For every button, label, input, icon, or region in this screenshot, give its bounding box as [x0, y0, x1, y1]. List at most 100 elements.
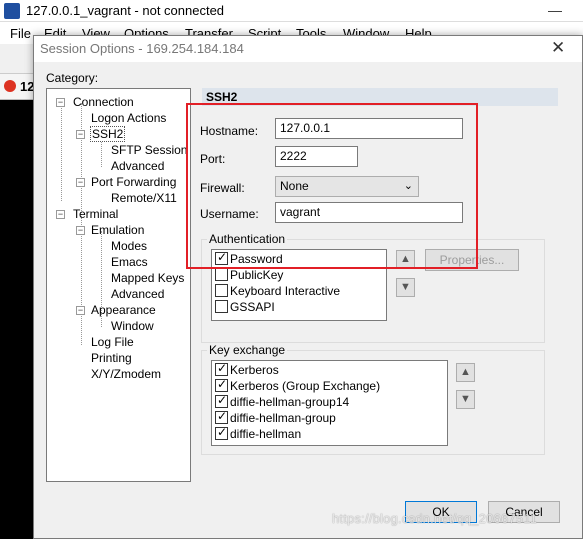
firewall-select-value: None [280, 179, 309, 193]
port-input[interactable]: 2222 [275, 146, 358, 167]
list-item[interactable]: diffie-hellman-group14 [215, 393, 350, 409]
authentication-title: Authentication [207, 232, 288, 246]
tree-item-label: Modes [111, 239, 148, 253]
tree-item-label: Printing [91, 351, 132, 365]
arrow-up-icon: ▲ [400, 253, 411, 265]
port-label: Port: [200, 152, 226, 166]
key-exchange-title: Key exchange [207, 343, 288, 357]
app-title: 127.0.0.1_vagrant - not connected [26, 3, 225, 18]
minimize-icon[interactable]: — [548, 2, 562, 18]
checkbox-checked[interactable] [215, 393, 228, 408]
tree-item-ssh2-advanced[interactable]: Advanced [111, 159, 164, 173]
tree-item-label: Mapped Keys [111, 271, 185, 285]
list-item-label: diffie-hellman-group14 [230, 395, 350, 409]
tree-item-label: Emacs [111, 255, 148, 269]
tree-item-printing[interactable]: Printing [91, 351, 132, 365]
app-titlebar: 127.0.0.1_vagrant - not connected — [0, 0, 583, 22]
tree-item-label: SFTP Session [111, 143, 188, 157]
tree-item-label: Advanced [111, 159, 165, 173]
tree-item-label: Logon Actions [91, 111, 167, 125]
hostname-input[interactable]: 127.0.0.1 [275, 118, 463, 139]
tree-item-xyzmodem[interactable]: X/Y/Zmodem [91, 367, 161, 381]
list-item[interactable]: Kerberos [215, 361, 279, 377]
list-item[interactable]: Keyboard Interactive [215, 284, 340, 298]
move-down-button[interactable]: ▼ [396, 278, 415, 297]
move-up-button[interactable]: ▲ [396, 250, 415, 269]
list-item[interactable]: GSSAPI [215, 300, 275, 314]
tree-item-modes[interactable]: Modes [111, 239, 147, 253]
firewall-label: Firewall: [200, 181, 245, 195]
kex-move-up-button[interactable]: ▲ [456, 363, 475, 382]
tree-item-sftp-session[interactable]: SFTP Session [111, 143, 187, 157]
tree-item-emulation-advanced[interactable]: Advanced [111, 287, 164, 301]
tree-item-log-file[interactable]: Log File [91, 335, 134, 349]
watermark: https://blog.csdn.net/qq_20667511 [332, 511, 538, 526]
tree-item-label: Connection [73, 95, 134, 109]
tree-item-mapped-keys[interactable]: Mapped Keys [111, 271, 184, 285]
hostname-label: Hostname: [200, 124, 259, 138]
username-input[interactable]: vagrant [275, 202, 463, 223]
checkbox-checked[interactable] [215, 250, 228, 265]
key-exchange-list[interactable]: Kerberos Kerberos (Group Exchange) diffi… [211, 360, 448, 446]
collapse-icon[interactable]: − [76, 306, 85, 315]
tree-item-label: Remote/X11 [111, 191, 177, 205]
list-item-label: Keyboard Interactive [230, 284, 341, 298]
list-item-label: diffie-hellman [230, 427, 302, 441]
list-item-label: Password [230, 252, 283, 266]
collapse-icon[interactable]: − [56, 210, 65, 219]
checkbox-checked[interactable] [215, 425, 228, 440]
tree-item-logon-actions[interactable]: Logon Actions [91, 111, 166, 125]
list-item[interactable]: Kerberos (Group Exchange) [215, 377, 381, 393]
collapse-icon[interactable]: − [76, 226, 85, 235]
checkbox-checked[interactable] [215, 361, 228, 376]
dialog-titlebar: Session Options - 169.254.184.184 ✕ [34, 36, 582, 62]
disconnected-icon [4, 80, 16, 92]
collapse-icon[interactable]: − [76, 178, 85, 187]
collapse-icon[interactable]: − [56, 98, 65, 107]
list-item[interactable]: diffie-hellman [215, 425, 302, 441]
collapse-icon[interactable]: − [76, 130, 85, 139]
tree-item-label: Window [111, 319, 154, 333]
list-item[interactable]: diffie-hellman-group [215, 409, 336, 425]
list-item[interactable]: PublicKey [215, 268, 283, 282]
list-item-label: Kerberos [230, 363, 279, 377]
checkbox[interactable] [215, 268, 228, 281]
properties-button[interactable]: Properties... [425, 249, 519, 271]
kex-move-down-button[interactable]: ▼ [456, 390, 475, 409]
menu-file[interactable]: File [10, 26, 31, 41]
arrow-down-icon: ▼ [460, 393, 471, 405]
list-item-label: GSSAPI [230, 300, 275, 314]
tree-item-label: Advanced [111, 287, 165, 301]
checkbox-checked[interactable] [215, 409, 228, 424]
list-item-label: diffie-hellman-group [230, 411, 336, 425]
list-item-label: PublicKey [230, 268, 284, 282]
checkbox-checked[interactable] [215, 377, 228, 392]
tree-line [61, 103, 62, 201]
tree-item-label: Port Forwarding [91, 175, 177, 189]
category-tree: − Connection Logon Actions − SSH2 SFTP S… [46, 88, 191, 482]
tree-item-label: Log File [91, 335, 134, 349]
authentication-list[interactable]: Password PublicKey Keyboard Interactive … [211, 249, 387, 321]
securecrt-logo-icon [4, 3, 20, 19]
arrow-up-icon: ▲ [460, 366, 471, 378]
checkbox[interactable] [215, 284, 228, 297]
tree-item-label: Emulation [91, 223, 145, 237]
category-label: Category: [46, 71, 99, 85]
checkbox[interactable] [215, 300, 228, 313]
tree-item-window[interactable]: Window [111, 319, 154, 333]
tree-item-label: Appearance [91, 303, 156, 317]
session-options-dialog: Session Options - 169.254.184.184 ✕ Cate… [33, 35, 583, 539]
list-item[interactable]: Password [215, 250, 283, 266]
list-item-label: Kerberos (Group Exchange) [230, 379, 381, 393]
arrow-down-icon: ▼ [400, 281, 411, 293]
tree-item-label: Terminal [73, 207, 119, 221]
username-label: Username: [200, 207, 259, 221]
dialog-title: Session Options - 169.254.184.184 [40, 41, 244, 56]
tree-item-emacs[interactable]: Emacs [111, 255, 148, 269]
tree-item-label: SSH2 [89, 126, 126, 142]
section-header: SSH2 [202, 88, 558, 106]
tree-item-remote-x11[interactable]: Remote/X11 [111, 191, 177, 205]
close-icon[interactable]: ✕ [551, 38, 565, 58]
tree-item-label: X/Y/Zmodem [91, 367, 162, 381]
firewall-select[interactable]: None ⌄ [275, 176, 419, 197]
